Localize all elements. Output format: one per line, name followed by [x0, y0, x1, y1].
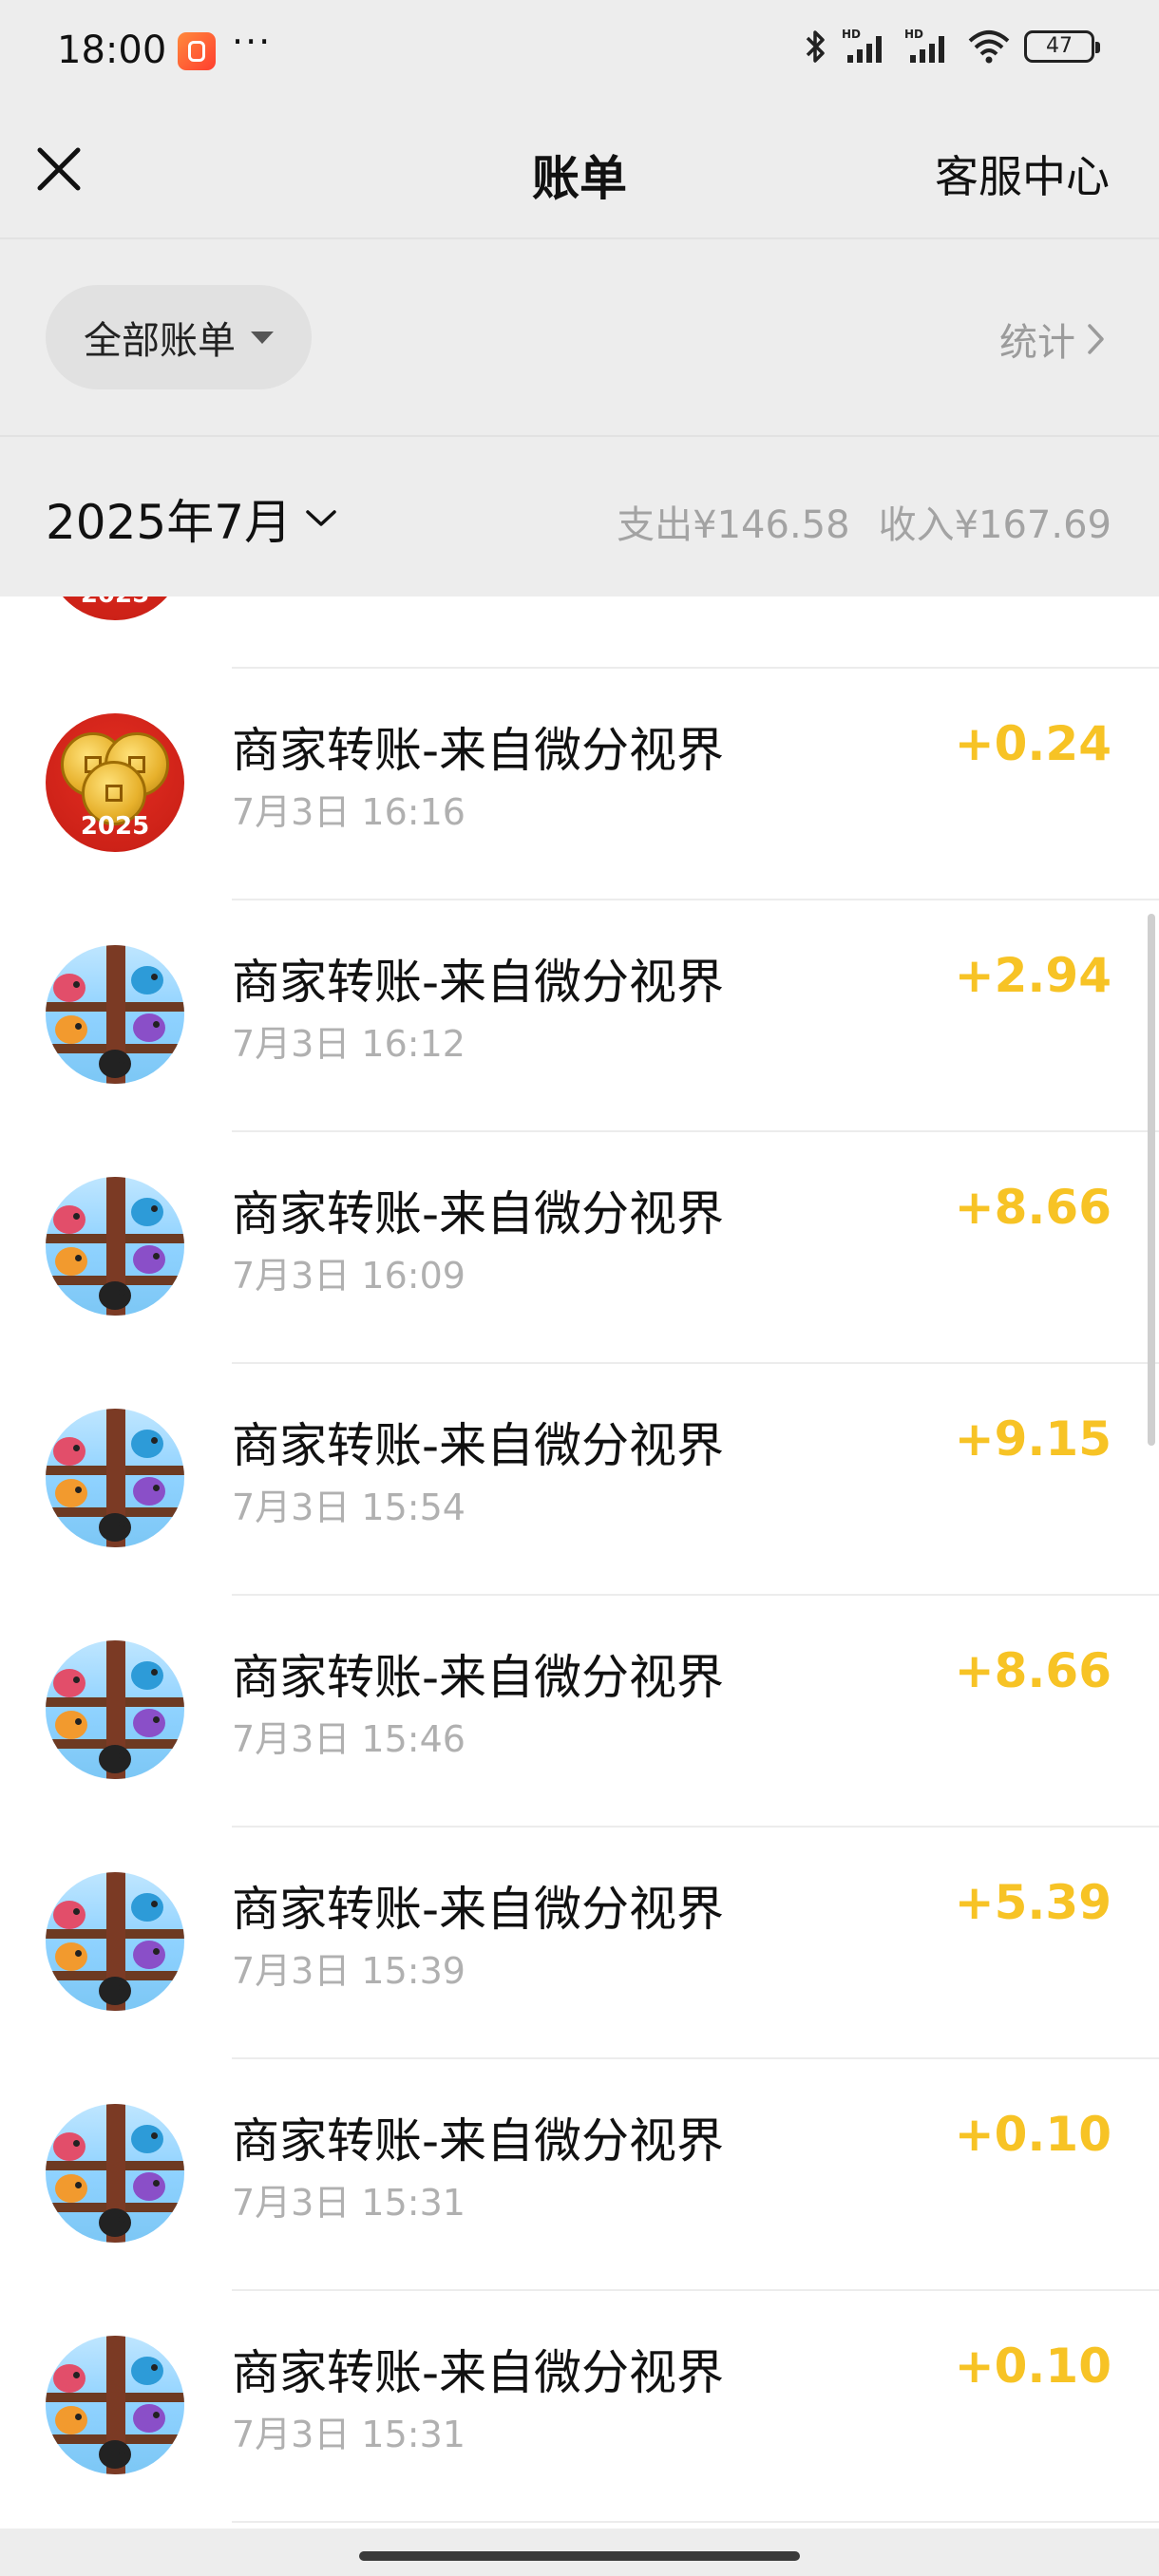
statistics-label: 统计: [999, 321, 1075, 365]
wifi-icon: [968, 30, 1010, 64]
bird-game-avatar: [46, 2104, 184, 2243]
transaction-amount: +0.10: [954, 2339, 1112, 2394]
transaction-amount: +9.15: [954, 1411, 1112, 1467]
bird-game-avatar: [46, 2336, 184, 2474]
statistics-link[interactable]: 统计: [999, 312, 1106, 367]
close-icon[interactable]: [32, 142, 86, 196]
bird-game-avatar: [46, 945, 184, 1084]
scrollbar[interactable]: [1148, 914, 1155, 1446]
expense-total: 支出¥146.58: [617, 503, 850, 547]
bird-game-avatar: [46, 1872, 184, 2011]
transaction-amount: +5.39: [954, 1875, 1112, 1930]
transaction-amount: +0.10: [954, 2107, 1112, 2162]
month-picker[interactable]: 2025年7月: [46, 484, 337, 553]
transaction-time: 7月3日 15:31: [232, 2414, 466, 2455]
app-notification-icon: [178, 32, 216, 70]
coins-avatar: 2025: [46, 713, 184, 852]
transaction-time: 7月3日 16:12: [232, 1023, 466, 1065]
transaction-title: 商家转账-来自微分视界: [232, 1418, 725, 1473]
transaction-amount: +2.94: [954, 948, 1112, 1003]
transaction-row[interactable]: 商家转账-来自微分视界 7月3日 16:09 +8.66: [0, 1132, 1159, 1364]
row-divider: [232, 2521, 1159, 2523]
transaction-time: 7月3日 16:16: [232, 791, 466, 833]
transaction-row[interactable]: 商家转账-来自微分视界 7月3日 15:31 +0.10: [0, 2291, 1159, 2523]
svg-text:HD: HD: [842, 28, 861, 41]
transaction-list[interactable]: 2025 7月3日 16:16 2025 商家转账-来自微分视界 7月3日 16:16 +…: [0, 597, 1159, 2529]
chevron-down-icon: [306, 510, 336, 526]
income-total: 收入¥167.69: [878, 503, 1112, 547]
bird-game-avatar: [46, 1409, 184, 1547]
transaction-time: 7月3日 15:31: [232, 2182, 466, 2224]
transaction-row[interactable]: 商家转账-来自微分视界 7月3日 15:39 +5.39: [0, 1828, 1159, 2059]
transaction-row[interactable]: 商家转账-来自微分视界 7月3日 16:12 +2.94: [0, 900, 1159, 1132]
transaction-title: 商家转账-来自微分视界: [232, 2113, 725, 2169]
bill-type-filter[interactable]: 全部账单: [46, 285, 312, 389]
transaction-title: 商家转账-来自微分视界: [232, 2345, 725, 2400]
transaction-title: 商家转账-来自微分视界: [232, 723, 725, 778]
bird-game-avatar: [46, 1177, 184, 1316]
svg-text:HD: HD: [904, 28, 923, 41]
transaction-time: 7月3日 16:16: [232, 597, 466, 603]
transaction-time: 7月3日 15:46: [232, 1718, 466, 1760]
transaction-row[interactable]: 2025 商家转账-来自微分视界 7月3日 16:16 +0.24: [0, 669, 1159, 900]
status-icons: HD HD 47: [804, 27, 1100, 66]
transaction-amount: +8.66: [954, 1643, 1112, 1698]
transaction-amount: +0.24: [954, 716, 1112, 771]
transaction-time: 7月3日 16:09: [232, 1255, 466, 1297]
transaction-title: 商家转账-来自微分视界: [232, 1650, 725, 1705]
customer-service-link[interactable]: 客服中心: [935, 142, 1110, 205]
transaction-time: 7月3日 15:54: [232, 1487, 466, 1528]
transaction-amount: +8.66: [954, 1180, 1112, 1235]
chevron-right-icon: [1088, 324, 1104, 354]
month-header: 2025年7月 支出¥146.58 收入¥167.69: [0, 437, 1159, 597]
status-time: 18:00: [57, 28, 167, 72]
transaction-row[interactable]: 商家转账-来自微分视界 7月3日 15:54 +9.15: [0, 1364, 1159, 1596]
caret-down-icon: [251, 331, 274, 344]
hd-signal-icon: HD: [904, 28, 944, 63]
hd-signal-icon: HD: [842, 28, 882, 63]
filter-bar: 全部账单 统计: [0, 239, 1159, 435]
month-label: 2025年7月: [46, 495, 293, 550]
month-summary: 支出¥146.58 收入¥167.69: [617, 494, 1112, 549]
transaction-title: 商家转账-来自微分视界: [232, 1186, 725, 1241]
transaction-title: 商家转账-来自微分视界: [232, 1882, 725, 1937]
bird-game-avatar: [46, 1640, 184, 1779]
transaction-row[interactable]: 商家转账-来自微分视界 7月3日 15:31 +0.10: [0, 2059, 1159, 2291]
transaction-title: 商家转账-来自微分视界: [232, 955, 725, 1010]
transaction-row[interactable]: 商家转账-来自微分视界 7月3日 15:46 +8.66: [0, 1596, 1159, 1828]
coins-avatar: 2025: [46, 597, 184, 620]
battery-icon: 47: [1024, 30, 1100, 63]
nav-bar: 账单 客服中心: [0, 104, 1159, 237]
bluetooth-icon: [806, 30, 825, 63]
transaction-time: 7月3日 15:39: [232, 1950, 466, 1992]
more-notifications-icon: ···: [232, 21, 273, 63]
transaction-row[interactable]: 2025 7月3日 16:16: [0, 597, 1159, 669]
status-bar: 18:00 ··· HD HD 47: [0, 0, 1159, 104]
filter-label: 全部账单: [84, 319, 236, 363]
home-indicator[interactable]: [359, 2551, 800, 2561]
